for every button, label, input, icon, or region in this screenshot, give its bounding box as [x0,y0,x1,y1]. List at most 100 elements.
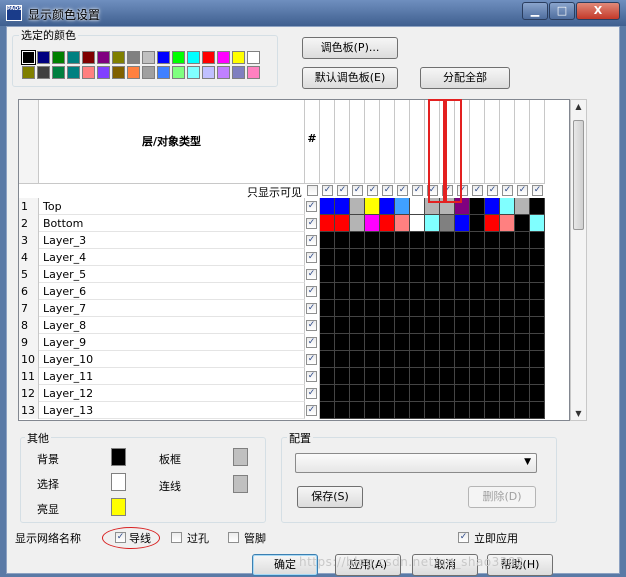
color-cell[interactable] [365,317,380,334]
color-cell[interactable] [470,368,485,385]
color-cell[interactable] [380,198,395,215]
color-cell[interactable] [320,334,335,351]
color-cell[interactable] [515,300,530,317]
color-cell[interactable] [365,266,380,283]
palette-swatch[interactable] [232,66,245,79]
color-cell[interactable] [500,198,515,215]
color-cell[interactable] [350,317,365,334]
color-cell[interactable] [425,351,440,368]
color-cell[interactable] [395,351,410,368]
color-cell[interactable] [320,351,335,368]
background-color-swatch[interactable] [111,448,126,466]
color-cell[interactable] [500,283,515,300]
color-cell[interactable] [335,334,350,351]
palette-swatch[interactable] [142,51,155,64]
color-cell[interactable] [425,283,440,300]
color-cell[interactable] [350,385,365,402]
color-cell[interactable] [320,249,335,266]
color-cell[interactable] [485,402,500,419]
color-cell[interactable] [530,351,545,368]
color-cell[interactable] [485,300,500,317]
assign-all-button[interactable]: 分配全部 [420,67,510,89]
highlight-color-swatch[interactable] [111,498,126,516]
color-cell[interactable] [395,232,410,249]
palette-swatch[interactable] [247,51,260,64]
palette-swatch[interactable] [217,66,230,79]
color-cell[interactable] [485,351,500,368]
color-cell[interactable] [380,249,395,266]
color-cell[interactable] [425,385,440,402]
color-cell[interactable] [380,317,395,334]
layer-visible-checkbox[interactable]: ✓ [306,269,317,280]
color-cell[interactable] [365,368,380,385]
color-cell[interactable] [410,232,425,249]
palette-swatch[interactable] [82,51,95,64]
pin-checkbox[interactable] [228,532,239,543]
layer-visible-checkbox[interactable]: ✓ [306,201,317,212]
color-cell[interactable] [350,215,365,232]
color-cell[interactable] [335,266,350,283]
color-cell[interactable] [455,283,470,300]
palette-swatch[interactable] [21,50,36,65]
palette-swatch[interactable] [142,66,155,79]
apply-immediately-checkbox[interactable]: ✓ [458,532,469,543]
color-cell[interactable] [425,334,440,351]
layer-visible-checkbox[interactable]: ✓ [306,235,317,246]
color-cell[interactable] [440,385,455,402]
color-cell[interactable] [500,351,515,368]
color-cell[interactable] [530,232,545,249]
color-cell[interactable] [380,402,395,419]
color-cell[interactable] [425,402,440,419]
column-visible-checkbox[interactable]: ✓ [472,185,483,196]
palette-swatch[interactable] [202,66,215,79]
color-cell[interactable] [425,300,440,317]
palette-swatch[interactable] [112,51,125,64]
color-cell[interactable] [485,283,500,300]
color-cell[interactable] [395,334,410,351]
column-visible-checkbox[interactable]: ✓ [352,185,363,196]
color-cell[interactable] [470,198,485,215]
color-cell[interactable] [380,334,395,351]
delete-button[interactable]: 删除(D) [468,486,536,508]
color-cell[interactable] [515,198,530,215]
color-cell[interactable] [335,283,350,300]
color-cell[interactable] [335,402,350,419]
color-cell[interactable] [395,266,410,283]
color-cell[interactable] [380,300,395,317]
palette-swatch[interactable] [172,51,185,64]
color-cell[interactable] [335,232,350,249]
config-dropdown[interactable]: ▼ [295,453,537,473]
color-cell[interactable] [455,317,470,334]
color-cell[interactable] [470,334,485,351]
column-visible-checkbox[interactable]: ✓ [337,185,348,196]
close-button[interactable]: X [576,2,620,20]
color-cell[interactable] [530,334,545,351]
color-cell[interactable] [500,215,515,232]
color-cell[interactable] [350,249,365,266]
layer-visible-checkbox[interactable]: ✓ [306,337,317,348]
color-cell[interactable] [380,283,395,300]
color-cell[interactable] [425,232,440,249]
color-cell[interactable] [335,351,350,368]
color-cell[interactable] [350,402,365,419]
color-cell[interactable] [410,334,425,351]
palette-swatch[interactable] [97,51,110,64]
palette-swatch[interactable] [97,66,110,79]
color-cell[interactable] [515,232,530,249]
color-cell[interactable] [380,385,395,402]
color-cell[interactable] [530,283,545,300]
color-cell[interactable] [485,266,500,283]
color-cell[interactable] [410,283,425,300]
color-cell[interactable] [470,317,485,334]
visible-only-checkbox[interactable] [307,185,318,196]
palette-swatch[interactable] [157,66,170,79]
scroll-down-arrow-icon[interactable]: ▼ [571,409,586,418]
palette-swatch[interactable] [172,66,185,79]
via-checkbox[interactable] [171,532,182,543]
color-cell[interactable] [470,402,485,419]
color-cell[interactable] [455,402,470,419]
color-cell[interactable] [440,300,455,317]
color-cell[interactable] [335,368,350,385]
color-cell[interactable] [410,385,425,402]
color-cell[interactable] [485,215,500,232]
